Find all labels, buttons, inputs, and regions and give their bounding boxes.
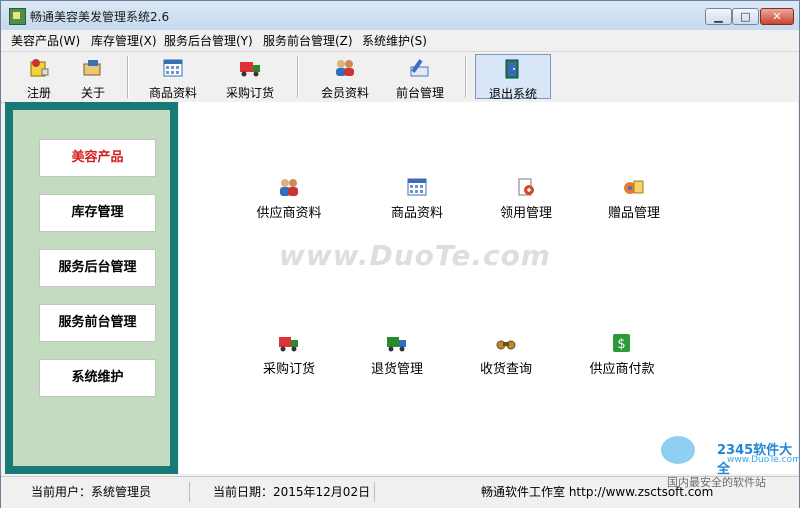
sidebar: 美容产品 库存管理 服务后台管理 服务前台管理 系统维护 [5, 102, 178, 474]
main-item-return[interactable]: 退货管理 [342, 334, 452, 386]
sidebar-item-beauty-products[interactable]: 美容产品 [39, 139, 156, 177]
toolbar-purchase-order-button[interactable]: 采购订货 [217, 54, 283, 100]
requisition-icon [518, 178, 534, 196]
main-item-label: 商品资料 [390, 206, 443, 221]
main-item-label: 退货管理 [370, 362, 423, 377]
main-item-label: 领用管理 [499, 206, 552, 221]
toolbar-product-info-label: 商品资料 [148, 86, 197, 100]
toolbar-exit-label: 退出系统 [488, 87, 537, 101]
main-item-label: 收货查询 [479, 362, 532, 377]
truck-icon [240, 62, 260, 77]
main-item-label: 采购订货 [262, 362, 315, 377]
register-icon [30, 59, 49, 77]
truck-icon [279, 337, 298, 352]
maximize-button[interactable]: □ [732, 8, 759, 25]
app-window: 畅通美容美发管理系统2.6 ▁ □ ✕ 美容产品(W) 库存管理(X) 服务后台… [0, 0, 800, 508]
main-item-supplier-info[interactable]: 供应商资料 [234, 178, 344, 230]
watermark-text: www.DuoTe.com [279, 239, 551, 272]
app-icon [9, 8, 26, 25]
toolbar-separator [297, 56, 299, 98]
main-item-purchase-order[interactable]: 采购订货 [234, 334, 344, 386]
svg-text:$: $ [617, 337, 625, 352]
title-bar[interactable]: 畅通美容美发管理系统2.6 ▁ □ ✕ [1, 1, 799, 30]
main-item-gift[interactable]: 赠品管理 [579, 178, 689, 230]
main-item-product-info[interactable]: 商品资料 [362, 178, 472, 230]
menu-service-frontend[interactable]: 服务前台管理(Z) [263, 32, 353, 49]
badge-slogan: 国内最安全的软件站 [667, 476, 766, 489]
toolbar-purchase-order-label: 采购订货 [225, 86, 274, 100]
status-current-date: 当前日期：2015年12月02日 [191, 482, 375, 502]
toolbar-separator [465, 56, 467, 98]
menu-service-backend[interactable]: 服务后台管理(Y) [164, 32, 253, 49]
product-grid-icon [407, 178, 427, 196]
toolbar-exit-button[interactable]: 退出系统 [475, 54, 551, 101]
toolbar-member-info-button[interactable]: 会员资料 [313, 54, 377, 100]
toolbar-about-label: 关于 [80, 86, 105, 100]
toolbar-front-desk-button[interactable]: 前台管理 [387, 54, 453, 100]
sidebar-panel: 美容产品 库存管理 服务后台管理 服务前台管理 系统维护 [13, 110, 170, 466]
badge-site: www.DuoTe.com [727, 455, 800, 465]
sidebar-item-inventory[interactable]: 库存管理 [39, 194, 156, 232]
toolbar-product-info-button[interactable]: 商品资料 [141, 54, 205, 100]
sidebar-item-service-frontend[interactable]: 服务前台管理 [39, 304, 156, 342]
main-item-label: 供应商付款 [589, 362, 655, 377]
product-grid-icon [163, 59, 183, 77]
members-icon [336, 60, 354, 76]
payment-icon: $ [613, 334, 630, 352]
main-item-supplier-payment[interactable]: $ 供应商付款 [567, 334, 677, 386]
about-icon [83, 60, 101, 76]
gift-icon [624, 180, 644, 194]
exit-door-icon [505, 59, 519, 79]
menu-beauty-products[interactable]: 美容产品(W) [11, 32, 80, 49]
toolbar: 注册 关于 商品资料 采购订货 会员资料 前台管理 退出系统 [1, 51, 799, 103]
status-current-user: 当前用户：系统管理员 [1, 482, 190, 502]
main-item-label: 供应商资料 [256, 206, 322, 221]
sidebar-item-system-maintenance[interactable]: 系统维护 [39, 359, 156, 397]
suppliers-icon [280, 179, 298, 196]
menu-system-maintenance[interactable]: 系统维护(S) [362, 32, 427, 49]
pen-icon [410, 59, 429, 77]
site-badge: 2345软件大全 www.DuoTe.com 国内最安全的软件站 [661, 433, 800, 493]
toolbar-about-button[interactable]: 关于 [69, 54, 117, 100]
minimize-button[interactable]: ▁ [705, 8, 732, 25]
sidebar-item-service-backend[interactable]: 服务后台管理 [39, 249, 156, 287]
close-button[interactable]: ✕ [760, 8, 794, 25]
binoculars-icon [496, 340, 516, 350]
menu-inventory[interactable]: 库存管理(X) [91, 32, 157, 49]
toolbar-front-desk-label: 前台管理 [395, 86, 444, 100]
return-truck-icon [387, 337, 406, 352]
toolbar-register-label: 注册 [26, 86, 51, 100]
badge-logo-icon [661, 436, 695, 464]
main-item-receipt-query[interactable]: 收货查询 [451, 334, 561, 386]
toolbar-register-button[interactable]: 注册 [15, 54, 63, 100]
window-title: 畅通美容美发管理系统2.6 [30, 10, 170, 24]
main-item-label: 赠品管理 [607, 206, 660, 221]
toolbar-member-info-label: 会员资料 [320, 86, 369, 100]
toolbar-separator [127, 56, 129, 98]
menu-bar: 美容产品(W) 库存管理(X) 服务后台管理(Y) 服务前台管理(Z) 系统维护… [1, 30, 799, 50]
main-item-requisition[interactable]: 领用管理 [471, 178, 581, 230]
main-panel: www.DuoTe.com 供应商资料 商品资料 领用管理 赠品管理 采购订货 … [179, 102, 798, 474]
